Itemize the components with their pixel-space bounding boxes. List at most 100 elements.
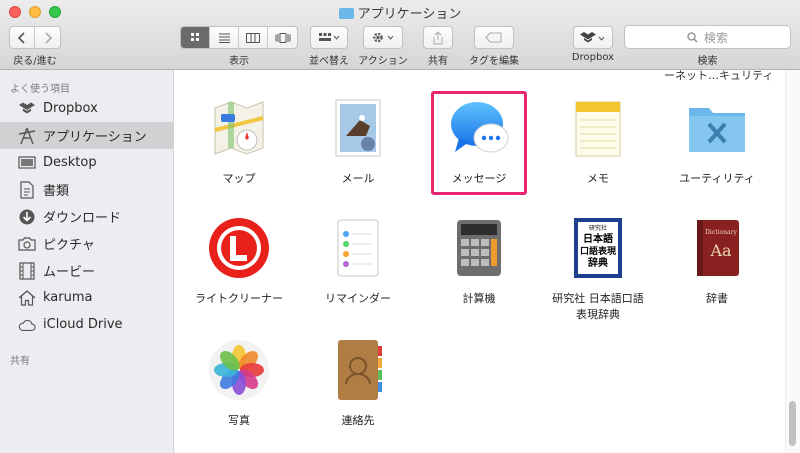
action-label: アクション xyxy=(358,56,408,67)
kenkyusha-dictionary-icon: 研究社 日本語 口語表現 辞典 xyxy=(566,216,630,280)
app-maps[interactable]: マップ xyxy=(184,96,294,187)
app-label: メール xyxy=(341,172,375,185)
dictionary-icon-text-1: 研究社 xyxy=(589,224,607,232)
app-calculator[interactable]: 計算機 xyxy=(424,216,534,307)
sidebar-item-desktop[interactable]: Desktop xyxy=(0,149,173,176)
notes-icon xyxy=(566,96,630,160)
light-cleaner-icon xyxy=(207,216,271,280)
action-button[interactable] xyxy=(363,26,403,49)
dropbox-icon xyxy=(580,31,605,42)
dictionary-icon-text-2: 日本語 xyxy=(583,232,613,245)
app-utilities[interactable]: ユーティリティ xyxy=(662,96,772,187)
film-icon xyxy=(18,261,36,280)
view-mode-control xyxy=(180,26,298,49)
sidebar-item-home[interactable]: karuma xyxy=(0,284,173,311)
search-label: 検索 xyxy=(697,56,718,67)
app-label: 写真 xyxy=(228,414,250,427)
partial-item-label: ーネット…キュリティ xyxy=(664,69,774,82)
sidebar-item-applications[interactable]: アプリケーション xyxy=(0,122,173,149)
app-messages[interactable]: メッセージ xyxy=(424,96,534,187)
dictionary-app-text-1: Dictionary xyxy=(705,229,737,236)
column-view-button[interactable] xyxy=(239,27,268,48)
cover-flow-button[interactable] xyxy=(268,27,297,48)
contacts-icon xyxy=(326,338,390,402)
sidebar-item-dropbox[interactable]: Dropbox xyxy=(0,95,173,122)
vertical-scrollbar[interactable] xyxy=(785,70,800,453)
folder-icon xyxy=(338,8,354,19)
chevron-left-icon xyxy=(17,31,25,44)
app-label: 辞書 xyxy=(706,292,728,305)
back-forward-label: 戻る/進む xyxy=(13,56,57,67)
app-label: リマインダー xyxy=(325,292,391,305)
arrange-icon xyxy=(319,33,340,41)
documents-icon xyxy=(18,180,36,199)
app-contacts[interactable]: 連絡先 xyxy=(303,338,413,429)
app-label: メモ xyxy=(587,172,609,185)
sidebar-item-documents[interactable]: 書類 xyxy=(0,176,173,203)
toolbar: アプリケーション 戻る/進む 表示 並べ替え アクション 共有 タグを編集 Dr… xyxy=(0,0,800,70)
share-icon xyxy=(433,30,443,44)
favorites-heading: よく使う項目 xyxy=(10,84,70,95)
dictionary-app-text-2: Aa xyxy=(709,241,732,260)
app-label: マップ xyxy=(222,172,256,185)
app-dictionary[interactable]: Dictionary Aa 辞書 xyxy=(662,216,772,307)
search-placeholder: 検索 xyxy=(703,30,728,45)
search-icon xyxy=(687,31,698,42)
edit-tags-button[interactable] xyxy=(474,26,514,49)
share-button[interactable] xyxy=(423,26,453,49)
cover-flow-icon xyxy=(275,32,290,43)
app-label: ライトクリーナー xyxy=(195,292,283,305)
mail-icon xyxy=(326,96,390,160)
list-icon xyxy=(218,33,230,43)
sidebar-item-pictures[interactable]: ピクチャ xyxy=(0,230,173,257)
desktop-icon xyxy=(18,154,36,172)
columns-icon xyxy=(246,32,260,43)
dropbox-toolbar-button[interactable] xyxy=(573,26,613,49)
list-view-button[interactable] xyxy=(210,27,239,48)
app-label: 連絡先 xyxy=(341,414,375,427)
app-kenkyusha-dictionary[interactable]: 研究社 日本語 口語表現 辞典 研究社 日本語口語表現辞典 xyxy=(543,216,653,323)
app-label: 計算機 xyxy=(462,292,496,305)
window-title: アプリケーション xyxy=(0,3,800,22)
shared-heading: 共有 xyxy=(10,356,30,367)
calculator-icon xyxy=(447,216,511,280)
dropbox-toolbar-label: Dropbox xyxy=(571,52,615,63)
sidebar-item-label: Desktop xyxy=(43,155,97,170)
sidebar-item-label: ダウンロード xyxy=(43,211,122,226)
scrollbar-thumb[interactable] xyxy=(789,401,796,446)
sidebar-item-downloads[interactable]: ダウンロード xyxy=(0,203,173,230)
sidebar-item-label: Dropbox xyxy=(43,101,98,116)
app-label: ユーティリティ xyxy=(679,172,755,185)
window-title-text: アプリケーション xyxy=(357,7,462,22)
sidebar-item-label: ムービー xyxy=(43,265,96,280)
sidebar-item-icloud-drive[interactable]: iCloud Drive xyxy=(0,311,173,338)
app-light-cleaner[interactable]: ライトクリーナー xyxy=(184,216,294,307)
sidebar-item-label: karuma xyxy=(43,290,93,305)
icon-view-button[interactable] xyxy=(181,27,210,48)
photos-icon xyxy=(207,338,271,402)
downloads-icon xyxy=(18,208,36,226)
app-reminders[interactable]: リマインダー xyxy=(303,216,413,307)
arrange-label: 並べ替え xyxy=(309,56,349,67)
tag-icon xyxy=(485,32,502,43)
sidebar: よく使う項目 Dropbox アプリケーション Desktop 書類 ダウンロー… xyxy=(0,70,174,453)
dropbox-icon xyxy=(18,100,36,118)
search-input[interactable]: 検索 xyxy=(624,25,791,49)
chevron-right-icon xyxy=(44,31,52,44)
forward-button[interactable] xyxy=(35,27,60,48)
back-button[interactable] xyxy=(10,27,35,48)
dictionary-icon-text-4: 辞典 xyxy=(588,256,608,269)
app-label: 研究社 日本語口語表現辞典 xyxy=(552,292,644,321)
app-photos[interactable]: 写真 xyxy=(184,338,294,429)
back-forward-control xyxy=(9,26,61,49)
dictionary-icon: Dictionary Aa xyxy=(685,216,749,280)
icloud-icon xyxy=(18,316,36,334)
gear-icon xyxy=(373,32,394,43)
app-notes[interactable]: メモ xyxy=(543,96,653,187)
arrange-button[interactable] xyxy=(310,26,348,49)
app-mail[interactable]: メール xyxy=(303,96,413,187)
sidebar-item-movies[interactable]: ムービー xyxy=(0,257,173,284)
utilities-folder-icon xyxy=(685,96,749,160)
sidebar-item-label: iCloud Drive xyxy=(43,317,123,332)
app-label: メッセージ xyxy=(451,172,507,185)
